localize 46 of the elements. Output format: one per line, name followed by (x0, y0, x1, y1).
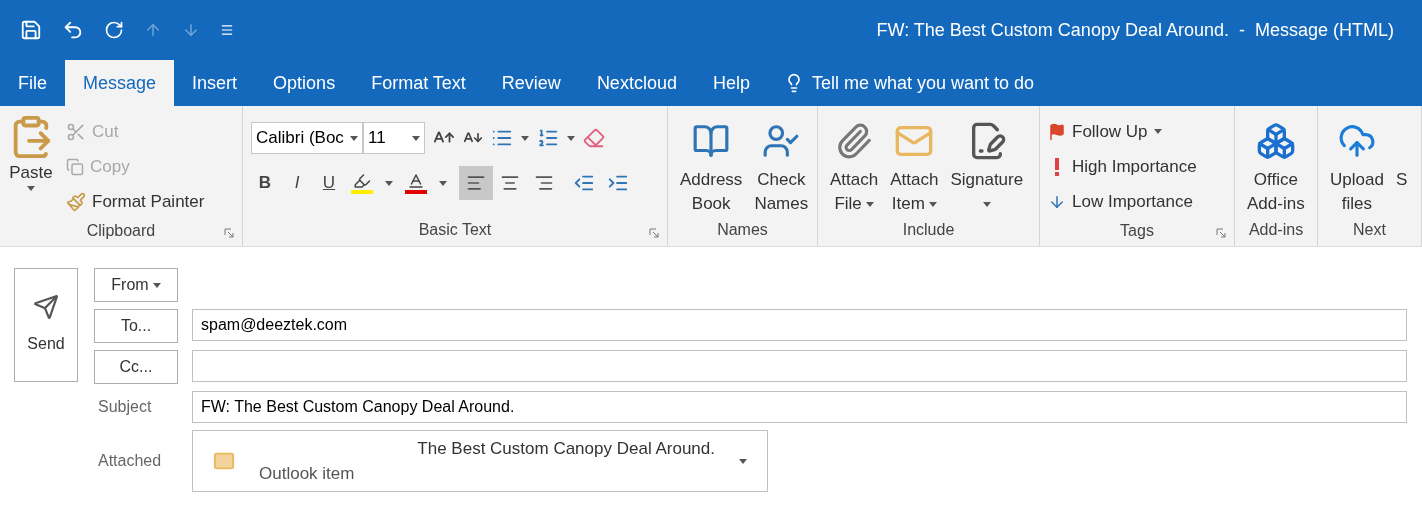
group-label: Add-ins (1248, 220, 1304, 240)
ribbon-tab[interactable]: Help (694, 60, 768, 106)
ribbon-tab[interactable]: File (0, 60, 65, 106)
paste-button[interactable]: Paste (8, 114, 54, 191)
tell-me-field[interactable]: Tell me what you want to do (811, 69, 1112, 97)
ribbon-tab[interactable]: Message (65, 60, 175, 106)
ribbon-button[interactable]: Format Painter (66, 184, 205, 219)
ribbon-tab[interactable]: Options (255, 60, 354, 106)
attachment-card[interactable]: The Best Custom Canopy Deal Around. Outlook item (192, 430, 768, 492)
attached-label: Attached (97, 451, 163, 471)
window-title: FW: The Best Custom Canopy Deal Around. - Message (HTML) (876, 18, 1395, 42)
to-button[interactable]: To... (94, 309, 178, 343)
ribbon-tab[interactable]: Nextcloud (578, 60, 695, 106)
ribbon-button[interactable]: Office Add-ins (1243, 114, 1309, 216)
attachment-name: The Best Custom Canopy Deal Around. (417, 437, 715, 460)
ribbon-button[interactable]: Attach File (826, 114, 883, 216)
ribbon-button[interactable]: High Importance (1048, 149, 1197, 184)
group-label: Next (1353, 220, 1386, 240)
ribbon-button[interactable]: Low Importance (1048, 184, 1197, 219)
ribbon-button[interactable]: Check Names (750, 114, 813, 216)
group-label: Include (902, 220, 955, 240)
subject-field[interactable]: FW: The Best Custom Canopy Deal Around. (192, 391, 1407, 423)
italic-button[interactable]: I (287, 170, 307, 196)
underline-button[interactable]: U (319, 170, 339, 196)
ribbon-tab[interactable]: Review (483, 60, 579, 106)
bold-button[interactable]: B (255, 170, 275, 196)
ribbon-button[interactable]: Address Book (676, 114, 747, 216)
from-button[interactable]: From (94, 268, 178, 302)
ribbon-button[interactable]: Attach Item (886, 114, 943, 216)
group-label: Basic Text (418, 220, 492, 240)
font-size-field[interactable]: 11 (363, 122, 425, 154)
ribbon-button[interactable]: Signature (946, 114, 1028, 216)
ribbon-button[interactable]: Upload files (1326, 114, 1388, 216)
ribbon-tab[interactable]: Insert (174, 60, 256, 106)
font-name-field[interactable]: Calibri (Boc (251, 122, 363, 154)
send-button[interactable]: Send (14, 268, 78, 382)
ribbon-button[interactable]: Follow Up (1048, 114, 1197, 149)
cc-button[interactable]: Cc... (94, 350, 178, 384)
group-label: Names (717, 220, 768, 240)
group-label: Tags (1120, 221, 1154, 241)
to-field[interactable]: spam@deeztek.com (192, 309, 1407, 341)
ribbon-tab[interactable]: Format Text (353, 60, 484, 106)
subject-label: Subject (97, 397, 153, 417)
attachment-type: Outlook item (259, 463, 356, 485)
group-label: Clipboard (86, 221, 156, 241)
ribbon-button[interactable]: S (1391, 114, 1412, 192)
